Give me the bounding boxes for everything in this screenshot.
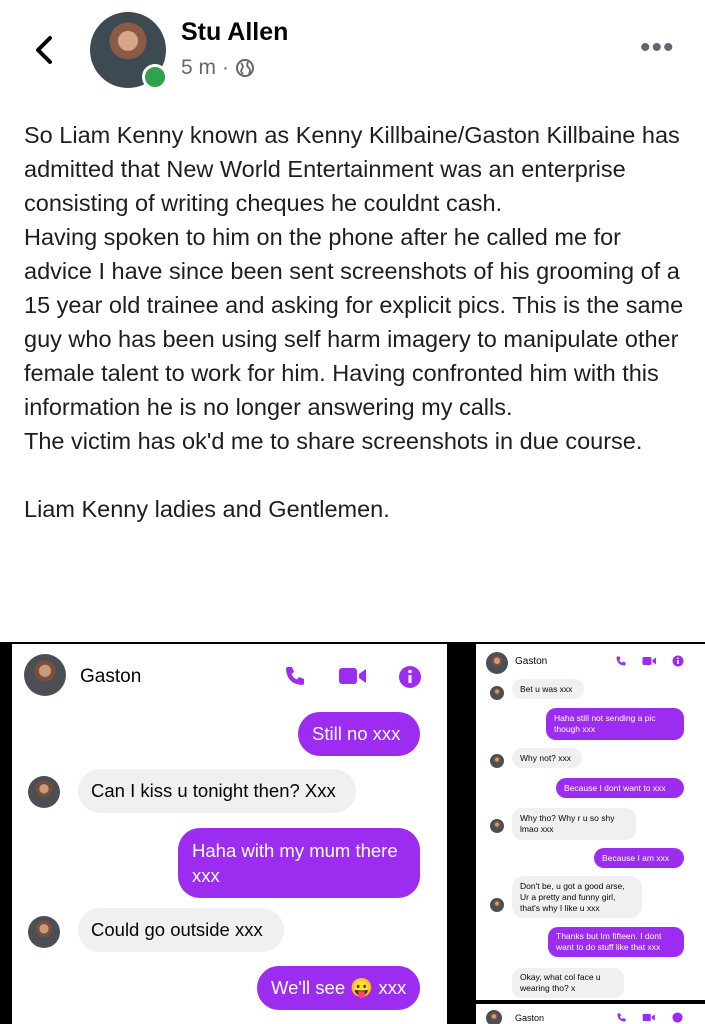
contact-avatar <box>490 819 504 833</box>
contact-avatar <box>490 686 504 700</box>
post-paragraph: Having spoken to him on the phone after … <box>24 224 690 420</box>
author-name[interactable]: Stu Allen <box>181 18 288 47</box>
chat-contact-name: Gaston <box>80 666 142 687</box>
phone-icon <box>617 1013 626 1022</box>
globe-icon <box>236 59 255 77</box>
message-bubble-incoming: Can I kiss u tonight then? Xxx <box>78 769 356 813</box>
meta-separator: · <box>222 56 230 79</box>
post-time[interactable]: 5 m <box>181 56 216 80</box>
video-camera-icon <box>642 1013 655 1022</box>
chat-screenshot-right-second[interactable]: Gaston <box>476 1004 705 1024</box>
message-bubble-outgoing: Because I dont want to xxx <box>556 778 684 798</box>
info-icon <box>672 1012 683 1023</box>
back-arrow-icon[interactable] <box>30 30 60 70</box>
contact-avatar <box>490 898 504 912</box>
message-bubble-incoming: Why tho? Why r u so shy lmao xxx <box>512 808 636 840</box>
contact-avatar <box>24 654 66 696</box>
contact-avatar <box>486 1010 502 1024</box>
chat-screenshot-left[interactable]: Gaston Still no xxx Can I kiss u tonight… <box>12 644 447 1024</box>
message-bubble-incoming: Okay, what col face u wearing tho? x <box>512 968 624 998</box>
attached-screenshots[interactable]: Gaston Still no xxx Can I kiss u tonight… <box>0 642 705 1024</box>
post-paragraph: The victim has ok'd me to share screensh… <box>24 428 643 454</box>
message-bubble-outgoing: Thanks but Im fifteen. I dont want to do… <box>548 927 684 957</box>
post-paragraph <box>24 458 689 492</box>
post-header: Stu Allen 5 m · ••• <box>0 0 705 100</box>
message-bubble-outgoing: Still no xxx <box>298 712 420 756</box>
info-icon <box>399 666 421 688</box>
message-bubble-incoming: Why not? xxx <box>512 748 582 768</box>
info-icon <box>672 655 684 667</box>
message-bubble-outgoing: Because I am xxx <box>594 848 684 868</box>
chat-screenshot-right[interactable]: Gaston Bet u was xxx Haha still not send… <box>476 644 705 1000</box>
message-bubble-incoming: Don't be, u got a good arse, Ur a pretty… <box>512 876 642 918</box>
online-status-dot <box>142 64 168 90</box>
message-bubble-incoming: Bet u was xxx <box>512 679 584 699</box>
message-bubble-outgoing: Haha still not sending a pic though xxx <box>546 708 684 740</box>
contact-avatar <box>28 776 60 808</box>
message-bubble-incoming: Could go outside xxx <box>78 908 284 952</box>
chat-contact-name: Gaston <box>515 656 548 667</box>
video-camera-icon <box>642 657 656 665</box>
more-options-icon[interactable]: ••• <box>640 33 675 63</box>
contact-avatar <box>28 916 60 948</box>
phone-icon <box>286 667 304 685</box>
post-paragraph: So Liam Kenny known as Kenny Killbaine/G… <box>24 122 687 216</box>
contact-avatar <box>486 652 508 674</box>
post-meta: 5 m · <box>181 56 255 80</box>
message-bubble-outgoing: We'll see 😛 xxx <box>257 966 420 1010</box>
post-paragraph: Liam Kenny ladies and Gentlemen. <box>24 496 390 522</box>
phone-icon <box>616 656 626 666</box>
chat-contact-name: Gaston <box>515 1013 545 1023</box>
post-text: So Liam Kenny known as Kenny Killbaine/G… <box>24 118 689 526</box>
video-camera-icon <box>339 668 366 684</box>
contact-avatar <box>490 754 504 768</box>
message-bubble-outgoing: Haha with my mum there xxx <box>178 828 420 898</box>
